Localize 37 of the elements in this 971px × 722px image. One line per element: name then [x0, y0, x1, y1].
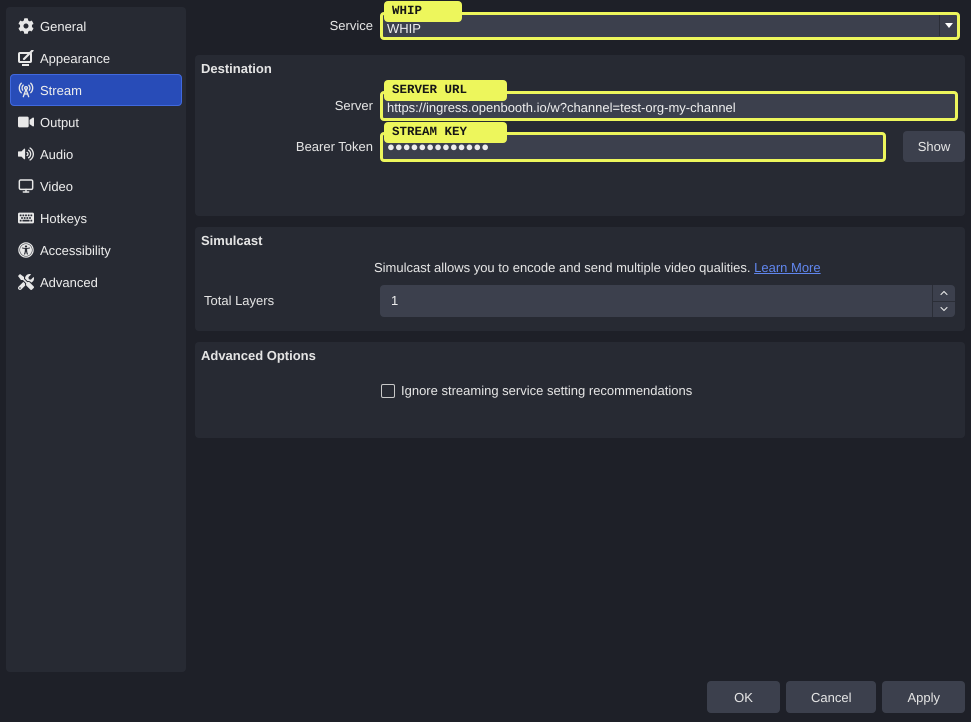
dialog-button[interactable]: Apply [882, 681, 965, 713]
callout-label: STREAM KEY [384, 122, 508, 142]
sidebar-item[interactable]: Output [10, 106, 182, 138]
field-label: Server [334, 98, 373, 114]
section-title: Simulcast [201, 233, 264, 249]
caret-down-icon [944, 23, 952, 28]
video-camera-icon [18, 114, 34, 130]
callout-label: SERVER URL [384, 80, 508, 101]
sidebar-item[interactable]: Advanced [10, 266, 182, 298]
section-title: Advanced Options [201, 348, 317, 364]
checkbox[interactable] [381, 384, 395, 398]
dialog-button[interactable]: OK [707, 681, 780, 713]
callout-label: WHIP [384, 1, 462, 22]
checkbox-label[interactable]: Ignore streaming service setting recommendations [401, 383, 692, 399]
field-label: Bearer Token [294, 138, 373, 154]
field-label: Total Layers [203, 293, 276, 309]
field-label: Service [328, 18, 373, 34]
monitor-brush-icon [18, 50, 34, 66]
speaker-icon [18, 146, 34, 162]
dialog-button[interactable]: Cancel [786, 681, 876, 713]
gear-icon [18, 18, 34, 34]
tools-icon [18, 274, 34, 290]
spin-box[interactable]: 1 [380, 285, 955, 317]
show-button[interactable]: Show [903, 131, 965, 162]
sidebar-item[interactable]: Hotkeys [10, 202, 182, 234]
keyboard-icon [18, 210, 34, 226]
sidebar-item[interactable]: General [10, 10, 182, 42]
sidebar-item[interactable]: Stream [10, 74, 182, 106]
learn-more-link[interactable]: Learn More [754, 260, 821, 275]
sidebar-item[interactable]: Video [10, 170, 182, 202]
section-title: Destination [201, 61, 273, 77]
sidebar-item[interactable]: Appearance [10, 42, 182, 74]
simulcast-description: Simulcast allows you to encode and send multiple video qualities. Learn More [374, 260, 822, 276]
sidebar-item[interactable]: Audio [10, 138, 182, 170]
antenna-icon [18, 82, 34, 98]
monitor-icon [18, 178, 34, 194]
sidebar-item[interactable]: Accessibility [10, 234, 182, 266]
